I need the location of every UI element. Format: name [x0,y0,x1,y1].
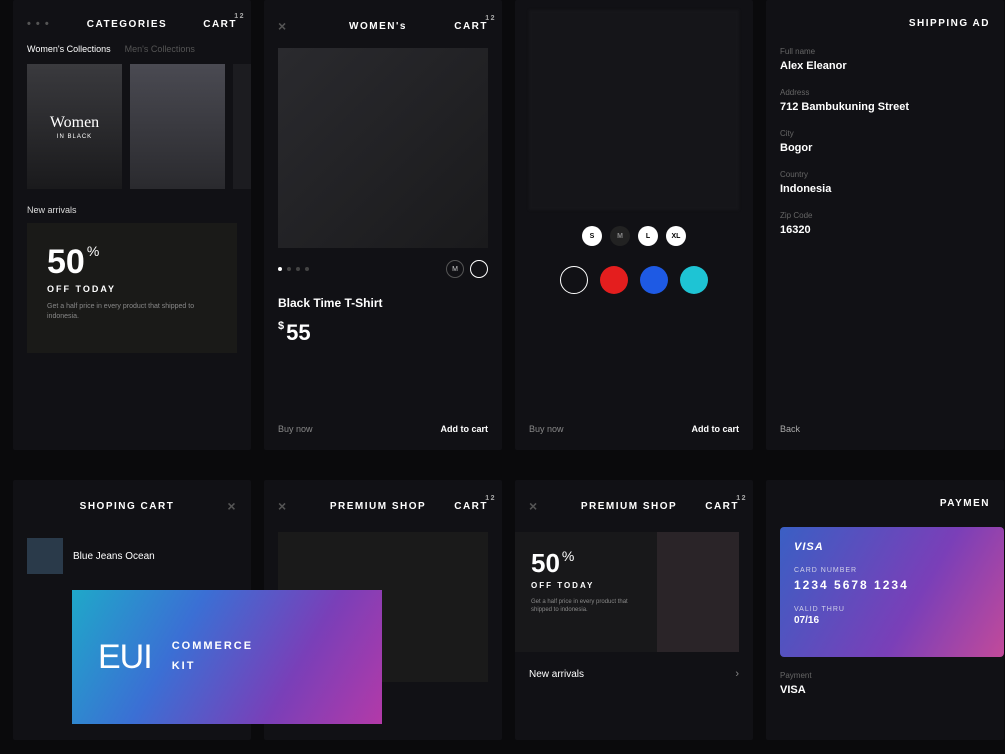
back-button[interactable]: Back [766,408,1004,450]
category-card[interactable] [233,64,251,189]
product-panel: × WOMEN's CART12 M Black Time T-Shirt $5… [264,0,502,450]
size-option[interactable]: M [446,260,464,278]
product-image[interactable] [278,48,488,248]
cart-link[interactable]: CART12 [448,501,488,512]
buy-now-button[interactable]: Buy now [278,424,440,434]
panel-title: CATEGORIES [57,19,197,30]
size-option[interactable]: S [582,226,602,246]
cart-count-badge: 12 [485,495,496,502]
card-number-label: CARD NUMBER [794,567,990,574]
cart-count-badge: 12 [485,15,496,22]
product-price: $55 [264,316,502,350]
tab-mens[interactable]: Men's Collections [125,44,195,54]
close-icon[interactable]: × [529,498,559,514]
cart-link[interactable]: CART12 [448,21,488,32]
promo-subtitle: OFF TODAY [531,581,641,590]
payment-value[interactable]: VISA [780,684,990,696]
color-swatch[interactable] [560,266,588,294]
shipping-panel: SHIPPING AD Full name Alex Eleanor Addres… [766,0,1004,450]
product-name: Black Time T-Shirt [264,290,502,316]
close-icon[interactable]: × [197,498,237,514]
category-card[interactable]: Women IN BLACK [27,64,122,189]
field-label: Full name [780,47,990,56]
promo-number: 50 [531,548,560,579]
product-image-blurred [529,10,739,210]
field-label: City [780,129,990,138]
promo-number: 50 [47,243,85,282]
close-icon[interactable]: × [278,18,308,34]
category-subtitle: IN BLACK [57,134,92,140]
cart-item[interactable]: Blue Jeans Ocean [13,528,251,584]
premium-shop-panel: × PREMIUM SHOP CART12 50% OFF TODAY Get … [515,480,753,740]
category-card[interactable] [130,64,225,189]
menu-icon[interactable]: • • • [27,18,57,30]
new-arrivals-label: New arrivals [13,189,251,223]
color-selector [515,258,753,302]
promo-subtitle: OFF TODAY [47,284,217,294]
payment-panel: PAYMEN VISA CARD NUMBER 1234 5678 1234 V… [766,480,1004,740]
cart-link[interactable]: CART12 [699,501,739,512]
eui-text-line: COMMERCE [172,637,253,657]
cart-item-name: Blue Jeans Ocean [73,551,155,562]
field-label: Zip Code [780,211,990,220]
panel-title: PREMIUM SHOP [559,501,699,512]
size-option[interactable]: L [638,226,658,246]
panel-title: PREMIUM SHOP [308,501,448,512]
promo-percent: % [87,243,99,259]
category-title: Women [50,114,99,132]
panel-title: PAYMEN [810,498,990,509]
card-number: 1234 5678 1234 [794,578,990,592]
promo-percent: % [562,548,574,564]
field-value[interactable]: 712 Bambukuning Street [780,101,990,113]
payment-label: Payment [780,671,990,680]
field-value[interactable]: 16320 [780,224,990,236]
valid-thru-label: VALID THRU [794,606,990,613]
tab-womens[interactable]: Women's Collections [27,44,111,54]
promo-description: Get a half price in every product that s… [47,302,217,322]
size-option[interactable]: XL [666,226,686,246]
field-label: Address [780,88,990,97]
add-to-cart-button[interactable]: Add to cart [691,424,739,434]
buy-now-button[interactable]: Buy now [529,424,691,434]
credit-card[interactable]: VISA CARD NUMBER 1234 5678 1234 VALID TH… [780,527,1004,657]
promo-banner[interactable]: 50% OFF TODAY Get a half price in every … [515,532,739,652]
close-icon[interactable]: × [278,498,308,514]
new-arrivals-link[interactable]: New arrivals › [515,652,753,696]
color-swatch[interactable] [680,266,708,294]
size-option[interactable]: M [610,226,630,246]
chevron-right-icon: › [735,668,739,680]
field-value[interactable]: Bogor [780,142,990,154]
field-value[interactable]: Indonesia [780,183,990,195]
field-label: Country [780,170,990,179]
eui-text-line: KIT [172,657,253,677]
promo-banner[interactable]: 50% OFF TODAY Get a half price in every … [27,223,237,353]
eui-brand-overlay: EUI COMMERCE KIT [72,590,382,724]
cart-count-badge: 12 [234,13,245,20]
cart-item-thumb [27,538,63,574]
cart-link[interactable]: CART12 [197,19,237,30]
variant-panel: S M L XL Buy now Add to cart [515,0,753,450]
panel-title: SHIPPING AD [810,18,990,29]
color-swatch[interactable] [600,266,628,294]
size-selector: S M L XL [515,210,753,258]
promo-image [657,532,739,652]
cart-count-badge: 12 [736,495,747,502]
panel-title: SHOPING CART [57,501,197,512]
image-pager[interactable] [278,267,309,271]
promo-description: Get a half price in every product that s… [531,598,641,615]
field-value[interactable]: Alex Eleanor [780,60,990,72]
panel-title: WOMEN's [308,21,448,32]
eui-logo: EUI [98,638,152,677]
color-swatch[interactable] [640,266,668,294]
valid-thru-value: 07/16 [794,615,990,626]
card-brand: VISA [794,541,990,553]
size-option-selected[interactable] [470,260,488,278]
categories-panel: • • • CATEGORIES CART12 Women's Collecti… [13,0,251,450]
add-to-cart-button[interactable]: Add to cart [440,424,488,434]
